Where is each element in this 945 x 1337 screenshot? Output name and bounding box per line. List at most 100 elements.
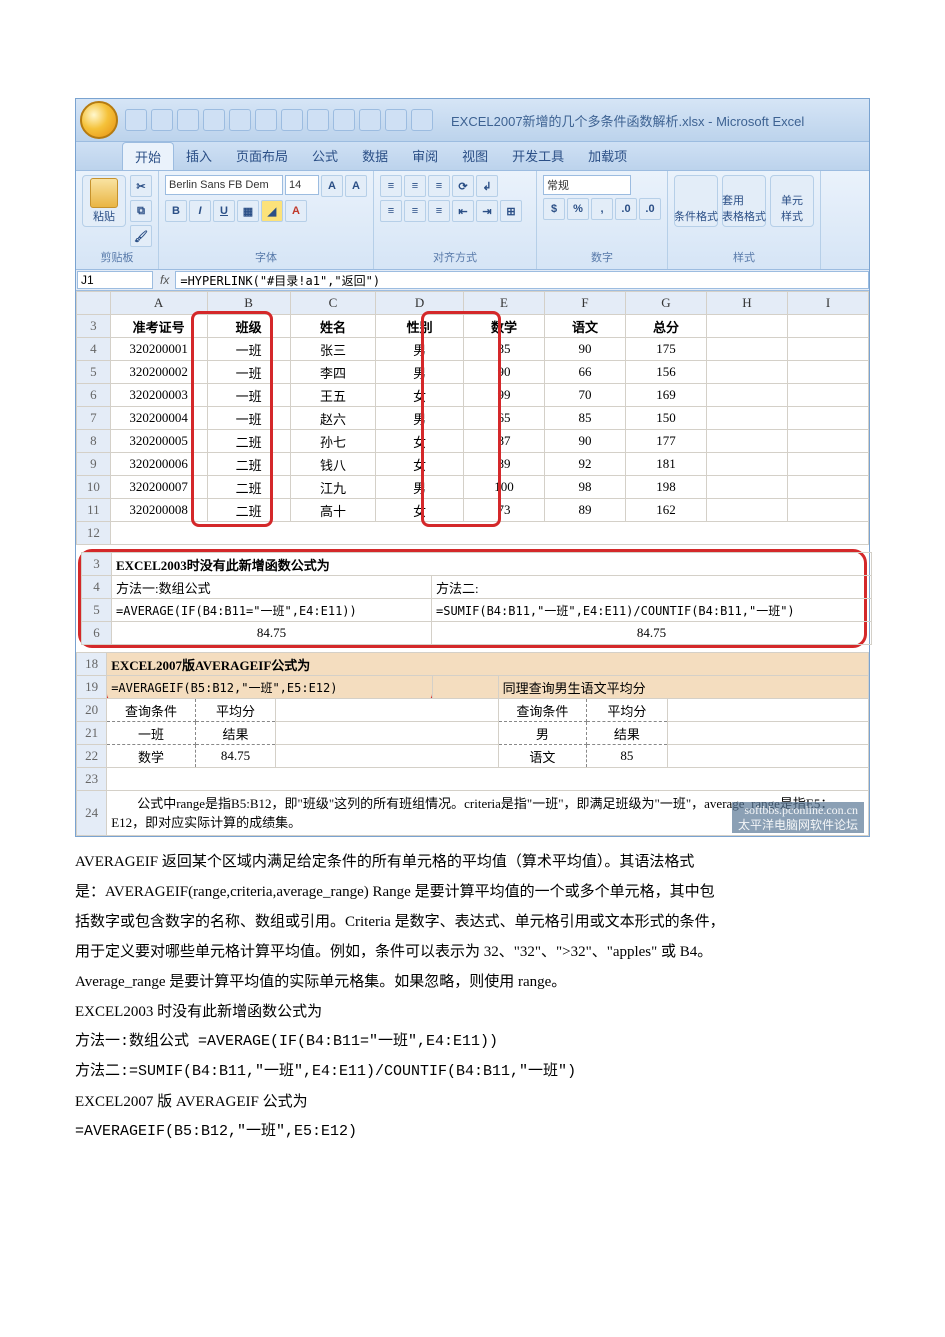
merge-cells-icon[interactable]: ⊞ <box>500 200 522 222</box>
row-header[interactable]: 22 <box>77 745 107 768</box>
cell[interactable]: 总分 <box>626 315 707 338</box>
cell[interactable]: 女 <box>376 430 464 453</box>
cell[interactable]: 一班 <box>207 338 290 361</box>
percent-icon[interactable]: % <box>567 198 589 220</box>
cell[interactable]: 孙七 <box>290 430 376 453</box>
cell[interactable]: 李四 <box>290 361 376 384</box>
cell[interactable]: =AVERAGEIF(B5:B12,"一班",E5:E12) <box>111 681 337 695</box>
qat-btn-icon[interactable] <box>359 109 381 131</box>
fx-icon[interactable]: fx <box>154 273 175 287</box>
cell[interactable]: 320200006 <box>110 453 207 476</box>
cell[interactable] <box>788 361 869 384</box>
row-header[interactable]: 5 <box>77 361 111 384</box>
cell[interactable]: 90 <box>464 361 545 384</box>
cut-icon[interactable]: ✂ <box>130 175 152 197</box>
row-header[interactable]: 4 <box>82 576 112 599</box>
cell[interactable] <box>707 315 788 338</box>
cell[interactable] <box>276 699 498 722</box>
cell[interactable]: 结果 <box>587 722 668 745</box>
col-header[interactable]: D <box>376 292 464 315</box>
col-header[interactable]: H <box>707 292 788 315</box>
cell[interactable] <box>788 453 869 476</box>
cell[interactable] <box>707 476 788 499</box>
cell[interactable] <box>707 453 788 476</box>
cell[interactable]: 江九 <box>290 476 376 499</box>
col-header[interactable]: B <box>207 292 290 315</box>
cell[interactable]: 二班 <box>207 499 290 522</box>
decrease-font-icon[interactable]: A <box>345 175 367 197</box>
cell[interactable] <box>276 745 498 768</box>
comma-icon[interactable]: , <box>591 198 613 220</box>
cell[interactable]: 89 <box>545 499 626 522</box>
cell[interactable]: 84.75 <box>432 622 872 645</box>
underline-button[interactable]: U <box>213 200 235 222</box>
cell[interactable]: 90 <box>545 338 626 361</box>
col-header[interactable]: C <box>290 292 376 315</box>
cell[interactable]: 性别 <box>376 315 464 338</box>
cell[interactable]: 89 <box>464 453 545 476</box>
qat-btn-icon[interactable] <box>333 109 355 131</box>
cell[interactable] <box>788 384 869 407</box>
cell[interactable] <box>788 499 869 522</box>
cell[interactable]: 女 <box>376 453 464 476</box>
tab-pagelayout[interactable]: 页面布局 <box>224 142 300 170</box>
cell[interactable]: 85 <box>587 745 668 768</box>
qat-btn-icon[interactable] <box>385 109 407 131</box>
cell-styles-button[interactable]: 单元 样式 <box>770 175 814 227</box>
align-top-icon[interactable]: ≡ <box>380 175 402 197</box>
qat-btn-icon[interactable] <box>229 109 251 131</box>
section-title[interactable]: EXCEL2003时没有此新增函数公式为 <box>112 553 872 576</box>
cell[interactable]: 100 <box>464 476 545 499</box>
orientation-icon[interactable]: ⟳ <box>452 175 474 197</box>
tab-home[interactable]: 开始 <box>122 142 174 170</box>
cell[interactable]: 90 <box>545 430 626 453</box>
cell[interactable] <box>707 407 788 430</box>
cell[interactable]: 一班 <box>207 407 290 430</box>
row-header[interactable]: 7 <box>77 407 111 430</box>
cell[interactable]: 赵六 <box>290 407 376 430</box>
col-header[interactable]: I <box>788 292 869 315</box>
cell[interactable] <box>707 499 788 522</box>
paste-button[interactable]: 粘贴 <box>82 175 126 227</box>
tab-view[interactable]: 视图 <box>450 142 500 170</box>
align-left-icon[interactable]: ≡ <box>380 200 402 222</box>
cell[interactable]: =SUMIF(B4:B11,"一班",E4:E11)/COUNTIF(B4:B1… <box>432 599 872 622</box>
row-header[interactable]: 12 <box>77 522 111 545</box>
cell[interactable]: 85 <box>464 338 545 361</box>
qat-btn-icon[interactable] <box>307 109 329 131</box>
cell[interactable]: 方法二: <box>432 576 872 599</box>
font-size-input[interactable] <box>285 175 319 195</box>
cell[interactable]: 169 <box>626 384 707 407</box>
qat-save-icon[interactable] <box>125 109 147 131</box>
row-header[interactable]: 19 <box>77 676 107 699</box>
cell[interactable] <box>707 361 788 384</box>
align-bottom-icon[interactable]: ≡ <box>428 175 450 197</box>
cell[interactable]: 男 <box>376 407 464 430</box>
row-header[interactable]: 20 <box>77 699 107 722</box>
cell[interactable]: 平均分 <box>195 699 276 722</box>
cell[interactable]: 156 <box>626 361 707 384</box>
row-header[interactable]: 11 <box>77 499 111 522</box>
row-header[interactable]: 9 <box>77 453 111 476</box>
cell[interactable]: 65 <box>464 407 545 430</box>
cell[interactable]: 84.75 <box>195 745 276 768</box>
cell[interactable] <box>107 768 869 791</box>
italic-button[interactable]: I <box>189 200 211 222</box>
number-format-input[interactable] <box>543 175 631 195</box>
cell[interactable]: 87 <box>464 430 545 453</box>
tab-data[interactable]: 数据 <box>350 142 400 170</box>
section-title[interactable]: EXCEL2007版AVERAGEIF公式为 <box>107 653 869 676</box>
row-header[interactable]: 3 <box>82 553 112 576</box>
cell[interactable]: 320200008 <box>110 499 207 522</box>
name-box[interactable] <box>77 271 153 289</box>
fill-color-icon[interactable]: ◢ <box>261 200 283 222</box>
cell[interactable] <box>707 430 788 453</box>
formula-input[interactable] <box>175 271 869 289</box>
cell[interactable]: 查询条件 <box>107 699 196 722</box>
cell[interactable]: 66 <box>545 361 626 384</box>
cell[interactable]: 男 <box>376 338 464 361</box>
indent-inc-icon[interactable]: ⇥ <box>476 200 498 222</box>
wrap-text-icon[interactable]: ↲ <box>476 175 498 197</box>
cell[interactable]: 150 <box>626 407 707 430</box>
qat-redo-icon[interactable] <box>177 109 199 131</box>
